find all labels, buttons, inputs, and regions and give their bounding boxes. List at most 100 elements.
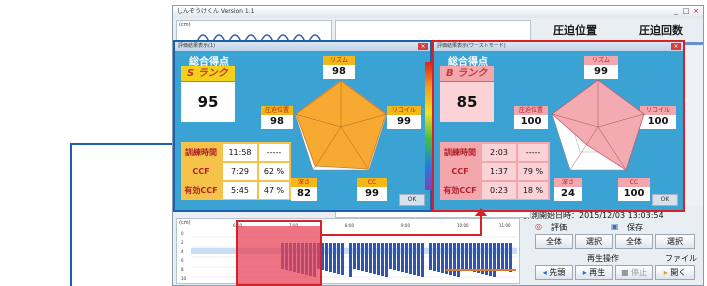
- table-cell-pct: 18 %: [518, 182, 548, 199]
- depth-value: 24: [554, 187, 582, 201]
- tab-compression-position[interactable]: 圧迫位置: [533, 20, 617, 42]
- compression-bar: [497, 243, 500, 269]
- rhythm-value: 99: [584, 65, 618, 79]
- table-cell-pct: 47 %: [259, 182, 289, 199]
- save-icon: ▣: [611, 222, 619, 231]
- compression-bar: [349, 243, 352, 277]
- eval-section-label: 評価: [551, 223, 567, 232]
- close-button[interactable]: ×: [691, 7, 701, 16]
- compression-bar: [501, 243, 504, 270]
- eval-icon: ◎: [535, 222, 542, 231]
- table-cell-pct: -----: [518, 144, 548, 161]
- tab-compression-count[interactable]: 圧迫回数: [619, 20, 703, 42]
- cc-value: 100: [618, 187, 650, 201]
- training-table: 訓練時間 11:58 ----- CCF 7:29 62 % 有効CCF 5:4…: [181, 142, 291, 200]
- table-row-label: 有効CCF: [443, 186, 477, 195]
- table-cell-time: 7:29: [223, 163, 257, 180]
- compression-bar: [325, 243, 328, 271]
- compression-bar: [373, 243, 376, 274]
- compression-bar: [393, 243, 396, 270]
- timeline-chart[interactable]: (cm) 0246810 6:00 7:00 8:00 9:00 10:00 1…: [176, 218, 520, 284]
- radar-chart-worst: [551, 79, 645, 171]
- rewind-button[interactable]: ◂ 先頭: [535, 265, 573, 280]
- depth-label: 深さ: [554, 178, 582, 187]
- cc-label: CC: [618, 178, 650, 187]
- eval-select-button[interactable]: 選択: [575, 234, 613, 249]
- table-row-label: 有効CCF: [184, 186, 218, 195]
- depth-label: 深さ: [291, 178, 317, 187]
- compression-bar: [429, 243, 432, 270]
- save-select-button[interactable]: 選択: [655, 234, 695, 249]
- rank-badge: B ランク: [440, 66, 494, 81]
- compression-bar: [489, 243, 492, 276]
- compression-bar: [397, 243, 400, 271]
- table-cell-pct: -----: [259, 144, 289, 161]
- compression-bar: [405, 243, 408, 273]
- rhythm-label: リズム: [323, 56, 355, 65]
- dialog-close-button[interactable]: ×: [418, 43, 428, 50]
- compression-bar: [401, 243, 404, 272]
- open-button[interactable]: ▸ 開く: [655, 265, 695, 280]
- ok-button[interactable]: OK: [399, 194, 425, 206]
- compression-bar: [509, 243, 512, 272]
- table-cell-pct: 79 %: [518, 163, 548, 180]
- timeline-y-ticks: 0 2 4 6 8 10: [181, 231, 187, 281]
- position-label: 圧迫位置: [514, 106, 548, 115]
- timeline-axis-unit: (cm): [179, 220, 191, 226]
- rank-badge: S ランク: [181, 66, 235, 81]
- cc-label: CC: [357, 178, 387, 187]
- minimize-button[interactable]: _: [671, 7, 681, 16]
- training-table: 訓練時間 2:03 ----- CCF 1:37 79 % 有効CCF 0:23…: [440, 142, 550, 200]
- compression-bar: [377, 243, 380, 275]
- table-cell-time: 1:37: [482, 163, 516, 180]
- position-label: 圧迫位置: [261, 106, 293, 115]
- stop-button[interactable]: ■ 停止: [615, 265, 653, 280]
- total-score-value: 95: [181, 82, 235, 122]
- total-score-value: 85: [440, 82, 494, 122]
- compression-bar: [433, 243, 436, 271]
- connector-arrow-icon: [475, 208, 487, 216]
- compression-bar: [389, 243, 392, 269]
- save-all-button[interactable]: 全体: [615, 234, 653, 249]
- compression-bar: [465, 243, 468, 270]
- play-button[interactable]: ▸ 再生: [575, 265, 613, 280]
- table-cell-time: 11:58: [223, 144, 257, 161]
- wave-axis-label: (cm): [179, 22, 191, 28]
- recoil-label: リコイル: [387, 106, 421, 115]
- table-cell-time: 2:03: [482, 144, 516, 161]
- annotation-line-blue-h: [70, 143, 178, 145]
- eval-all-button[interactable]: 全体: [535, 234, 573, 249]
- title-bar: しんぞうけくん Version 1.1: [173, 6, 703, 18]
- result-dialog-body: 評価結果表示(ワーストモード) × 総合得点 B ランク 85 リズム 99 圧…: [434, 42, 683, 210]
- save-section-label: 保存: [627, 223, 643, 232]
- recoil-value: 99: [387, 115, 421, 129]
- compression-bar: [505, 243, 508, 271]
- selected-range-frame[interactable]: [236, 220, 322, 286]
- compression-bar: [477, 243, 480, 273]
- rhythm-label: リズム: [584, 56, 618, 65]
- table-row-label: CCF: [192, 167, 210, 176]
- playback-label: 再生操作: [587, 254, 619, 263]
- connector-line-h: [320, 234, 482, 236]
- compression-bar: [341, 243, 344, 275]
- connector-line-v: [480, 214, 482, 236]
- maximize-button[interactable]: □: [681, 7, 691, 16]
- annotation-line-blue: [70, 143, 72, 286]
- position-value: 100: [514, 115, 548, 129]
- compression-bar: [337, 243, 340, 274]
- result-dialog-worst: 評価結果表示(ワーストモード) × 総合得点 B ランク 85 リズム 99 圧…: [432, 40, 685, 212]
- stop-icon: ■: [620, 268, 632, 277]
- compression-bar: [333, 243, 336, 273]
- table-row-label: 訓練時間: [444, 148, 476, 157]
- dialog-close-button[interactable]: ×: [671, 43, 681, 50]
- compression-bar: [369, 243, 372, 273]
- compression-bar: [441, 243, 444, 273]
- compression-bar: [353, 243, 356, 269]
- compression-bar: [385, 243, 388, 277]
- depth-value: 82: [291, 187, 317, 201]
- compression-bar: [457, 243, 460, 277]
- compression-bar: [469, 243, 472, 271]
- ok-button[interactable]: OK: [652, 194, 678, 206]
- table-row-label: 訓練時間: [185, 148, 217, 157]
- compression-bar: [417, 243, 420, 276]
